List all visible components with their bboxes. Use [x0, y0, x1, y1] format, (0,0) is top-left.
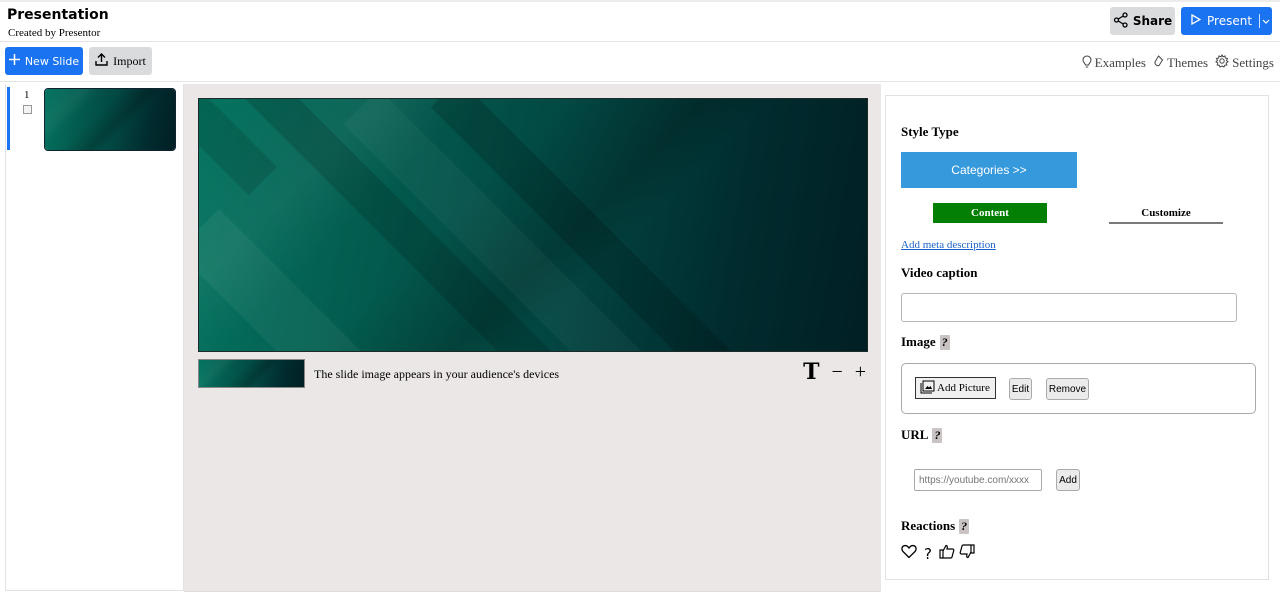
- slide-caption-text: The slide image appears in your audience…: [314, 367, 560, 381]
- url-label: URL: [901, 427, 929, 442]
- selected-slide-marker: [7, 87, 10, 150]
- share-icon: [1113, 11, 1129, 31]
- plus-icon: [8, 54, 20, 68]
- thumbs-up-icon[interactable]: [939, 544, 955, 564]
- reactions-heading: Reactions ?: [901, 518, 970, 534]
- style-type-label: Style Type: [901, 124, 959, 139]
- present-button[interactable]: Present: [1181, 7, 1272, 35]
- header: Presentation Created by Presentor Share …: [0, 2, 1280, 42]
- present-dropdown-icon[interactable]: [1260, 16, 1272, 27]
- url-help-icon[interactable]: ?: [932, 427, 943, 443]
- tab-content[interactable]: Content: [933, 203, 1047, 223]
- import-button[interactable]: Import: [89, 47, 152, 75]
- top-right-links: Examples Themes Settings: [1082, 53, 1274, 72]
- add-picture-label: Add Picture: [937, 382, 990, 394]
- text-size-tools: T − +: [803, 359, 866, 385]
- toolbar: New Slide Import Examples Themes Setting…: [0, 42, 1280, 82]
- palette-icon: [1153, 55, 1164, 71]
- tab-customize[interactable]: Customize: [1109, 203, 1223, 224]
- slide-canvas: The slide image appears in your audience…: [184, 84, 881, 592]
- share-button[interactable]: Share: [1110, 7, 1175, 35]
- video-caption-label: Video caption: [901, 265, 978, 280]
- themes-label: Themes: [1166, 55, 1209, 70]
- image-help-icon[interactable]: ?: [939, 334, 950, 350]
- url-heading: URL ?: [901, 427, 943, 443]
- slide-preview[interactable]: [198, 98, 868, 352]
- categories-button[interactable]: Categories >>: [901, 152, 1077, 188]
- properties-panel: Style Type Categories >> Content Customi…: [885, 95, 1269, 580]
- share-label: Share: [1132, 14, 1173, 28]
- import-label: Import: [113, 53, 146, 68]
- decrease-size-button[interactable]: −: [831, 361, 842, 384]
- video-caption-heading: Video caption: [901, 265, 977, 281]
- new-slide-label: New Slide: [24, 54, 80, 68]
- examples-link[interactable]: Examples: [1082, 54, 1146, 72]
- picture-icon: [920, 380, 935, 397]
- image-heading: Image ?: [901, 334, 950, 350]
- examples-label: Examples: [1094, 55, 1146, 70]
- present-main[interactable]: Present: [1181, 7, 1252, 35]
- remove-image-button[interactable]: Remove: [1046, 378, 1089, 400]
- present-divider: [1259, 14, 1260, 28]
- url-input[interactable]: [914, 469, 1042, 491]
- presentation-title[interactable]: Presentation: [7, 7, 109, 23]
- add-picture-button[interactable]: Add Picture: [915, 377, 996, 399]
- presentation-subtitle: Created by Presentor: [8, 27, 101, 39]
- gear-icon: [1215, 53, 1229, 72]
- thumbs-down-icon[interactable]: [959, 544, 975, 564]
- question-icon[interactable]: ?: [921, 545, 935, 563]
- image-controls: Add Picture Edit Remove: [901, 363, 1256, 414]
- heart-icon[interactable]: [901, 544, 917, 564]
- settings-label: Settings: [1232, 55, 1274, 70]
- slide-thumbnail[interactable]: [44, 88, 176, 151]
- slide-sidebar: 1: [5, 84, 184, 591]
- increase-size-button[interactable]: +: [855, 361, 866, 384]
- caption-thumbnail: [198, 359, 305, 388]
- reactions-label: Reactions: [901, 518, 956, 533]
- slide-number: 1: [24, 89, 30, 101]
- present-label: Present: [1207, 14, 1253, 28]
- style-type-heading: Style Type: [901, 124, 959, 140]
- reactions-help-icon[interactable]: ?: [959, 518, 970, 534]
- reaction-icons: ?: [901, 544, 975, 564]
- add-url-button[interactable]: Add: [1056, 469, 1080, 491]
- themes-link[interactable]: Themes: [1153, 54, 1208, 72]
- upload-icon: [95, 52, 108, 70]
- slide-background: [45, 89, 175, 150]
- image-label: Image: [901, 334, 936, 349]
- lightbulb-icon: [1082, 54, 1092, 72]
- slide-list-item[interactable]: 1: [6, 87, 184, 151]
- edit-image-button[interactable]: Edit: [1009, 378, 1032, 400]
- slide-background: [199, 360, 304, 387]
- add-meta-description-link[interactable]: Add meta description: [901, 239, 996, 251]
- video-caption-input[interactable]: [901, 293, 1237, 322]
- new-slide-button[interactable]: New Slide: [5, 47, 83, 75]
- text-tool-icon[interactable]: T: [803, 359, 819, 385]
- slide-caption-row: The slide image appears in your audience…: [198, 359, 868, 389]
- settings-link[interactable]: Settings: [1215, 53, 1274, 72]
- play-icon: [1191, 13, 1202, 28]
- slide-checkbox[interactable]: [23, 105, 32, 114]
